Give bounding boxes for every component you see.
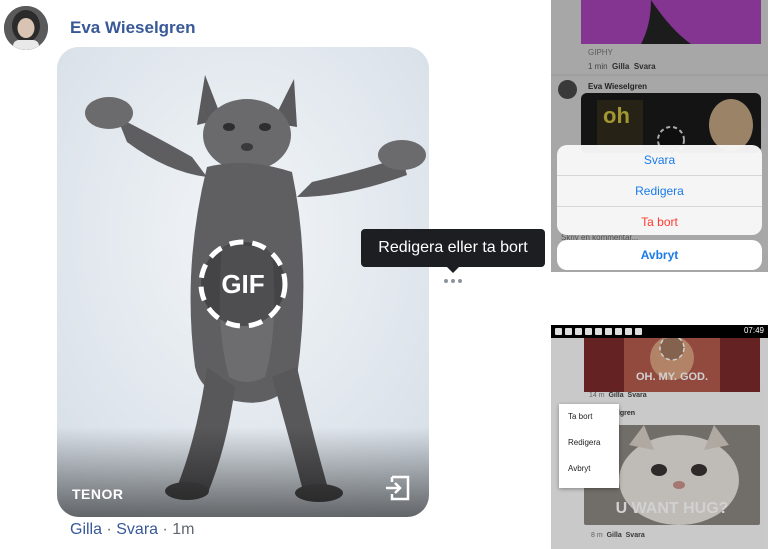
android-screenshot-panel: 07:49 OH. MY. GOD. 14 m Gilla Svara elgr… xyxy=(551,325,768,549)
android-option-edit[interactable]: Redigera xyxy=(559,430,619,456)
gif-provider-label: TENOR xyxy=(72,486,124,502)
reply-link[interactable]: Svara xyxy=(116,521,158,538)
ios-cancel-button[interactable]: Avbryt xyxy=(557,240,762,270)
tooltip-arrow xyxy=(447,267,459,273)
ios-option-reply[interactable]: Svara xyxy=(557,145,762,176)
separator: · xyxy=(106,521,112,538)
comment-timestamp[interactable]: 1m xyxy=(172,521,194,538)
open-link-icon[interactable] xyxy=(383,473,413,503)
android-option-delete[interactable]: Ta bort xyxy=(559,404,619,430)
ios-screenshot-panel: oh GIPHY 1 min Gilla Svara Eva Wieselgre… xyxy=(551,0,768,272)
like-link[interactable]: Gilla xyxy=(70,521,102,538)
comment-actions: Gilla · Svara · 1m xyxy=(70,521,195,539)
ellipsis-icon[interactable] xyxy=(442,276,464,286)
android-status-bar: 07:49 xyxy=(551,325,768,338)
android-context-menu: Ta bort Redigera Avbryt xyxy=(559,404,619,488)
ios-option-edit[interactable]: Redigera xyxy=(557,176,762,207)
android-option-cancel[interactable]: Avbryt xyxy=(559,456,619,482)
gif-attachment[interactable]: GIF TENOR xyxy=(57,47,429,517)
status-time: 07:49 xyxy=(743,326,764,335)
notification-icons xyxy=(555,328,642,335)
ios-option-delete[interactable]: Ta bort xyxy=(557,207,762,235)
gif-badge-label: GIF xyxy=(221,269,265,299)
ios-action-sheet: Svara Redigera Ta bort xyxy=(557,145,762,235)
comment-author-name[interactable]: Eva Wieselgren xyxy=(70,18,196,38)
author-avatar[interactable] xyxy=(4,6,48,50)
gif-overlay-gradient xyxy=(57,427,429,517)
separator: · xyxy=(162,521,168,538)
edit-delete-tooltip: Redigera eller ta bort xyxy=(361,229,545,267)
